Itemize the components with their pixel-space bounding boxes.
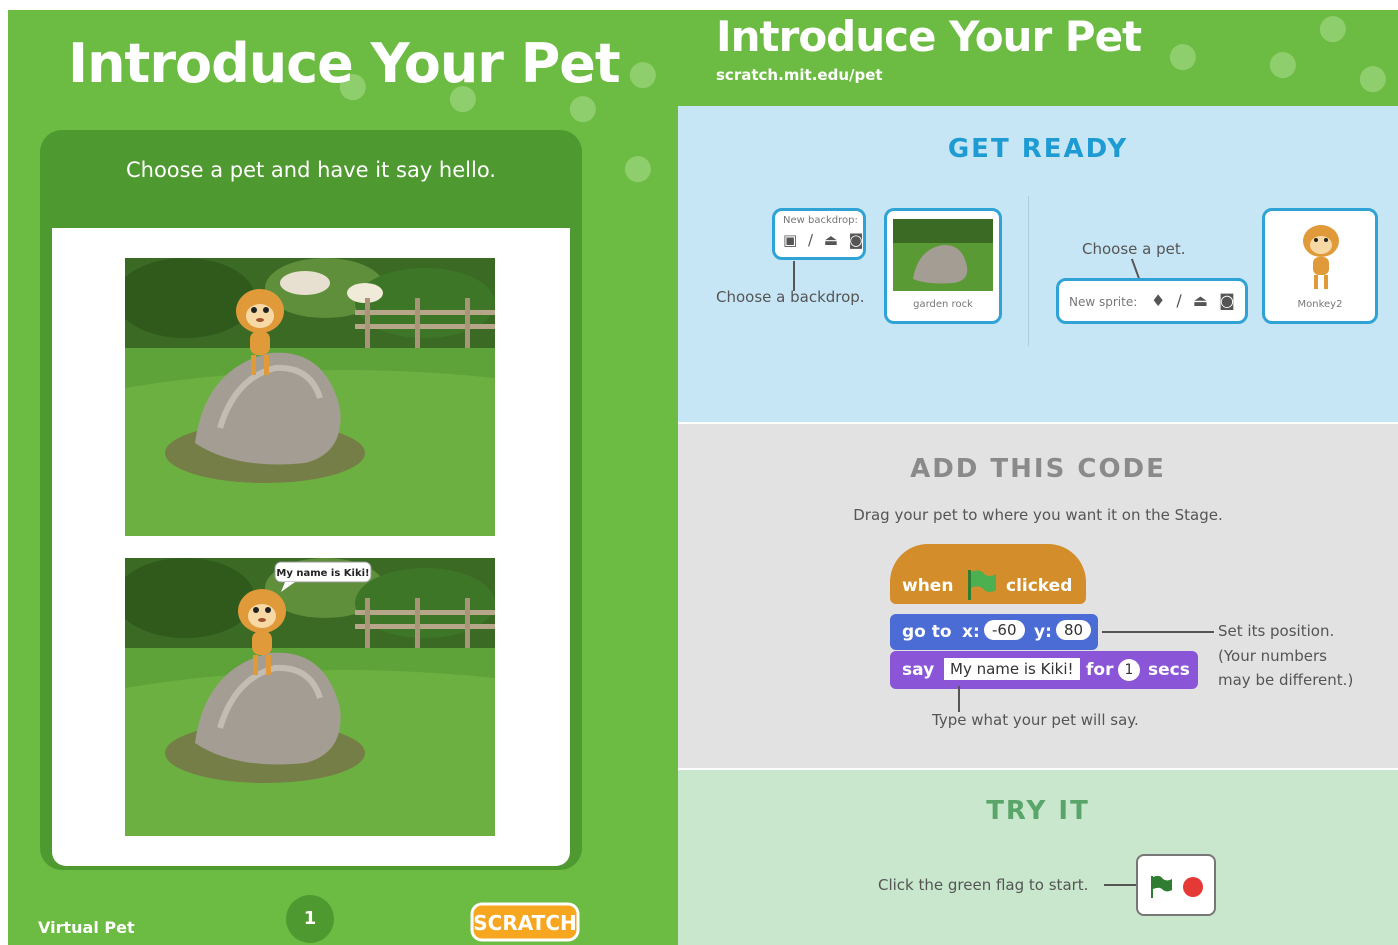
- connector-line: [958, 686, 960, 712]
- y-value-input[interactable]: 80: [1056, 620, 1092, 640]
- secs-value-input[interactable]: 1: [1118, 659, 1140, 681]
- backdrop-name: garden rock: [913, 299, 973, 310]
- garden-rock-image: [893, 219, 993, 291]
- paw-print-icon: ●: [1318, 10, 1348, 47]
- stage-preview-after: My name is Kiki!: [125, 558, 495, 836]
- go-to-xy-block[interactable]: go to x: -60 y: 80: [890, 614, 1098, 650]
- monkey-sprite-icon: [1303, 225, 1339, 289]
- code-instruction: Drag your pet to where you want it on th…: [853, 506, 1223, 524]
- paw-print-icon: ●: [568, 87, 598, 127]
- page-title: Introduce Your Pet: [68, 32, 621, 95]
- connector-line: [1104, 884, 1136, 886]
- section-heading: ADD THIS CODE: [910, 454, 1166, 484]
- say-text-input[interactable]: My name is Kiki!: [944, 658, 1080, 680]
- svg-text:SCRATCH: SCRATCH: [473, 911, 576, 935]
- connector-line: [793, 261, 795, 291]
- try-instruction: Click the green flag to start.: [878, 876, 1089, 894]
- footer-label: Virtual Pet: [38, 918, 135, 937]
- block-word: x:: [962, 622, 980, 642]
- x-value-input[interactable]: -60: [984, 620, 1025, 640]
- paw-print-icon: ●: [623, 147, 653, 187]
- block-word: go to: [902, 622, 952, 642]
- choose-pet-caption: Choose a pet.: [1082, 240, 1186, 258]
- paw-print-icon: ●: [1358, 57, 1388, 97]
- section-get-ready: GET READY New backdrop: ▣ ∕ ⏏ ◙ Choose a…: [678, 106, 1398, 424]
- sprite-thumbnail[interactable]: Monkey2: [1262, 208, 1378, 324]
- new-sprite-label: New sprite:: [1069, 295, 1138, 309]
- connector-line: [1102, 631, 1214, 633]
- sprite-tool-icons[interactable]: ♦ ∕ ⏏ ◙: [1151, 291, 1238, 310]
- block-word: when: [902, 576, 954, 596]
- stop-sign-icon[interactable]: [1182, 876, 1204, 898]
- block-word: say: [902, 660, 935, 680]
- flag-stop-controls[interactable]: [1136, 854, 1216, 916]
- guide-title: Introduce Your Pet: [716, 12, 1142, 61]
- block-word: y:: [1034, 622, 1052, 642]
- section-heading: TRY IT: [986, 796, 1090, 826]
- paw-print-icon: ●: [1268, 43, 1298, 83]
- new-backdrop-panel[interactable]: New backdrop: ▣ ∕ ⏏ ◙: [772, 208, 866, 260]
- activity-panel: Choose a pet and have it say hello. My n…: [40, 130, 582, 870]
- panel-heading: Choose a pet and have it say hello.: [125, 158, 496, 182]
- position-note-3: may be different.): [1218, 671, 1354, 689]
- panel-body: My name is Kiki!: [52, 228, 570, 866]
- sprite-name: Monkey2: [1297, 299, 1343, 310]
- scratch-logo: SCRATCH: [470, 902, 580, 942]
- right-header: ● ● ● ● Introduce Your Pet scratch.mit.e…: [678, 10, 1398, 106]
- section-try-it: TRY IT Click the green flag to start.: [678, 770, 1398, 945]
- section-add-code: ADD THIS CODE Drag your pet to where you…: [678, 424, 1398, 770]
- position-note-2: (Your numbers: [1218, 647, 1327, 665]
- page-number: 1: [286, 895, 334, 943]
- backdrop-tool-icons[interactable]: ▣ ∕ ⏏ ◙: [783, 231, 866, 249]
- divider: [1028, 196, 1029, 346]
- when-flag-clicked-block[interactable]: when clicked: [890, 544, 1086, 604]
- new-sprite-panel[interactable]: New sprite: ♦ ∕ ⏏ ◙: [1056, 278, 1248, 324]
- block-word: secs: [1148, 660, 1190, 680]
- speech-bubble: My name is Kiki!: [276, 568, 369, 579]
- block-word: clicked: [1006, 576, 1073, 596]
- block-word: for: [1086, 660, 1114, 680]
- guide-url[interactable]: scratch.mit.edu/pet: [716, 66, 883, 84]
- backdrop-thumbnail[interactable]: garden rock: [884, 208, 1002, 324]
- garden-scene-image: [125, 258, 495, 536]
- paw-print-icon: ●: [1168, 35, 1198, 75]
- paw-print-icon: ●: [628, 53, 658, 93]
- stage-preview-before: [125, 258, 495, 536]
- position-note-1: Set its position.: [1218, 622, 1335, 640]
- say-for-secs-block[interactable]: say My name is Kiki! for 1 secs: [890, 651, 1198, 689]
- new-backdrop-label: New backdrop:: [783, 215, 858, 226]
- left-card: ● ● ● ● ● Introduce Your Pet Choose a pe…: [8, 10, 678, 945]
- section-heading: GET READY: [947, 134, 1129, 164]
- garden-scene-image: My name is Kiki!: [125, 558, 495, 836]
- choose-backdrop-caption: Choose a backdrop.: [716, 288, 865, 306]
- green-flag-icon: [968, 570, 996, 600]
- green-flag-icon[interactable]: [1148, 874, 1174, 900]
- say-note: Type what your pet will say.: [932, 711, 1139, 729]
